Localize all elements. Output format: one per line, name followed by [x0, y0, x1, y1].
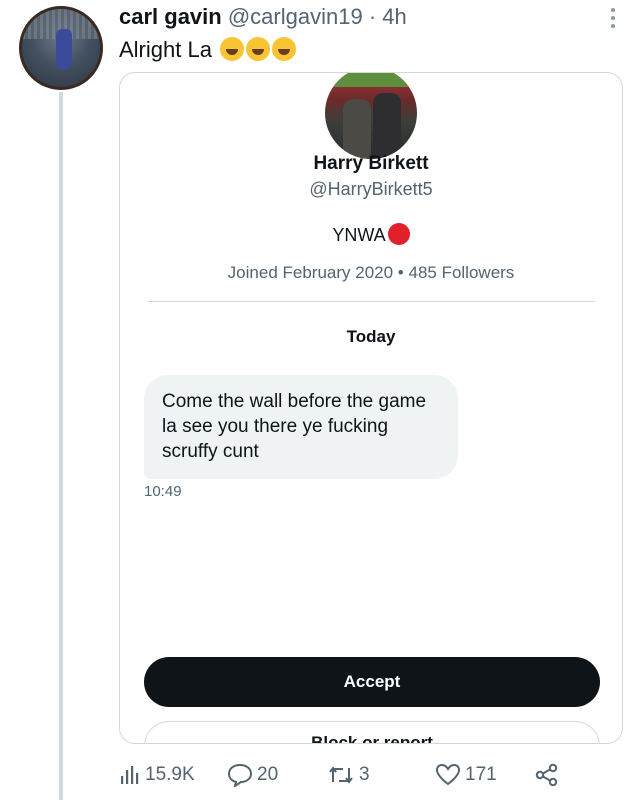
views-action[interactable]: 15.9K: [119, 760, 195, 790]
meta-separator: •: [397, 263, 404, 282]
reply-action[interactable]: 20: [227, 760, 278, 790]
more-icon[interactable]: [611, 8, 617, 32]
avatar-figure: [56, 29, 72, 69]
followers-text: 485 Followers: [408, 263, 515, 282]
tweet-actions: 15.9K 20 3 171: [119, 760, 579, 790]
profile-name: Harry Birkett: [313, 153, 429, 174]
author-handle[interactable]: @carlgavin19: [228, 4, 363, 29]
laughing-emoji-icon: [272, 37, 297, 61]
message-bubble: Come the wall before the game la see you…: [144, 375, 458, 479]
profile-avatar: [325, 73, 417, 159]
retweet-action[interactable]: 3: [327, 760, 370, 790]
share-action[interactable]: [535, 760, 563, 790]
like-icon: [435, 763, 461, 786]
message-line: scruffy cunt: [162, 441, 259, 462]
views-count: 15.9K: [145, 764, 195, 785]
bio-text: YNWA: [332, 225, 386, 245]
like-count: 171: [465, 764, 497, 785]
tweet-time[interactable]: 4h: [382, 4, 406, 29]
tweet-text-content: Alright La: [119, 37, 212, 62]
thread-line: [59, 92, 63, 800]
block-or-report-button[interactable]: Block or report: [144, 721, 600, 743]
laughing-emoji-icon: [246, 37, 271, 61]
tweet-header: carl gavin @carlgavin19 · 4h: [119, 4, 407, 30]
header-separator: ·: [368, 4, 377, 29]
author-avatar[interactable]: [19, 6, 103, 90]
dm-screenshot-card[interactable]: Harry Birkett @HarryBirkett5 YNWA Joined…: [119, 72, 623, 744]
accept-button[interactable]: Accept: [144, 657, 600, 707]
message-line: la see you there ye fucking: [162, 416, 389, 437]
profile-handle: @HarryBirkett5: [309, 179, 433, 199]
reply-icon: [227, 763, 253, 787]
date-label: Today: [346, 327, 396, 346]
avatar-pitch: [325, 73, 417, 87]
share-icon: [535, 763, 558, 787]
tweet-text: Alright La: [119, 36, 297, 64]
laughing-emoji-icon: [220, 37, 245, 61]
red-circle-icon: [387, 223, 410, 245]
message-time: 10:49: [144, 483, 182, 500]
divider: [148, 301, 595, 302]
message-line: Come the wall before the game: [162, 391, 427, 412]
avatar-person-left: [343, 99, 371, 159]
views-icon: [121, 766, 139, 784]
retweet-count: 3: [359, 764, 370, 785]
profile-meta: Joined February 2020 • 485 Followers: [120, 263, 622, 283]
profile-bio: YNWA: [120, 223, 622, 246]
author-name[interactable]: carl gavin: [119, 4, 222, 29]
retweet-icon: [329, 766, 353, 784]
avatar-person-right: [373, 93, 401, 159]
reply-count: 20: [257, 764, 279, 785]
joined-text: Joined February 2020: [227, 263, 394, 282]
like-action[interactable]: 171: [435, 760, 497, 790]
